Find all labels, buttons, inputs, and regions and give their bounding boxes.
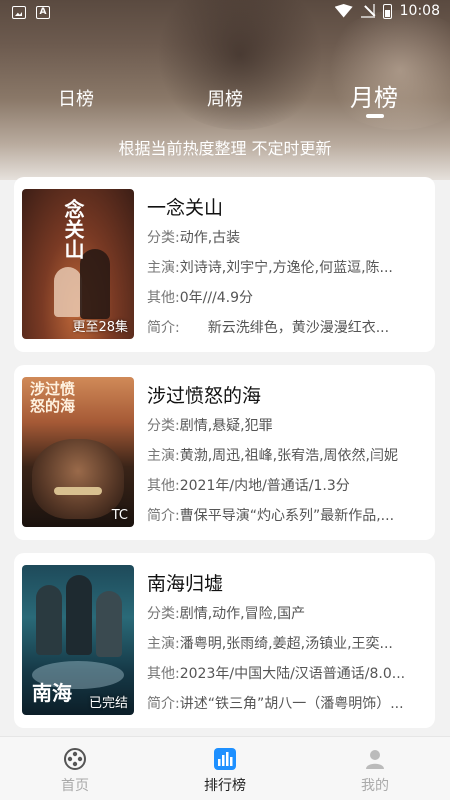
app-notification-icon: A: [36, 6, 50, 19]
item-title[interactable]: 南海归墟: [147, 569, 223, 596]
quality-badge: TC: [111, 508, 128, 523]
clock: 10:08: [399, 3, 440, 19]
bottom-navigation: 首页 排行榜 我的: [0, 736, 450, 800]
other-row: 其他:2023年/中国大陆/汉语普通话/8.0...: [147, 666, 406, 682]
genre-row: 分类:剧情,动作,冒险,国产: [147, 606, 306, 622]
genre-row: 分类:剧情,悬疑,犯罪: [147, 418, 273, 434]
tab-indicator: [366, 114, 384, 118]
status-badge: 已完结: [88, 696, 128, 711]
chart-icon: [213, 747, 237, 771]
film-reel-icon: [63, 747, 87, 771]
status-bar: A 10:08: [0, 0, 450, 26]
item-title[interactable]: 涉过愤怒的海: [147, 381, 261, 408]
battery-icon: [382, 3, 392, 19]
intro-row: 简介:曹保平导演“灼心系列”最新作品,...: [147, 508, 395, 524]
ranking-subtitle: 根据当前热度整理 不定时更新: [118, 139, 332, 158]
user-icon: [363, 747, 387, 771]
tab-monthly[interactable]: 月榜: [350, 78, 398, 113]
episode-badge: 更至28集: [72, 320, 128, 335]
other-row: 其他:0年///4.9分: [147, 290, 254, 306]
poster-image: 南海 已完结: [22, 565, 134, 715]
nav-home[interactable]: 首页: [35, 747, 115, 795]
no-signal-icon: [360, 4, 375, 18]
list-item[interactable]: 南海 已完结 南海归墟 分类:剧情,动作,冒险,国产 主演:潘粤明,张雨绮,姜超…: [14, 553, 435, 728]
list-item[interactable]: 念关山 更至28集 一念关山 分类:动作,古装 主演:刘诗诗,刘宇宁,方逸伦,何…: [14, 177, 435, 352]
poster-image: 涉过愤怒的海 TC: [22, 377, 134, 527]
tab-weekly[interactable]: 周榜: [207, 85, 243, 111]
tab-daily[interactable]: 日榜: [58, 85, 94, 111]
cast-row: 主演:黄渤,周迅,祖峰,张宥浩,周依然,闫妮: [147, 448, 398, 464]
nav-mine[interactable]: 我的: [335, 747, 415, 795]
intro-row: 简介: 新云洗绯色，黄沙漫漫红衣...: [147, 320, 390, 336]
other-row: 其他:2021年/内地/普通话/1.3分: [147, 478, 350, 494]
genre-row: 分类:动作,古装: [147, 230, 241, 246]
item-title[interactable]: 一念关山: [147, 193, 223, 220]
list-item[interactable]: 涉过愤怒的海 TC 涉过愤怒的海 分类:剧情,悬疑,犯罪 主演:黄渤,周迅,祖峰…: [14, 365, 435, 540]
cast-row: 主演:潘粤明,张雨绮,姜超,汤镇业,王奕...: [147, 636, 393, 652]
nav-ranking[interactable]: 排行榜: [185, 747, 265, 795]
gallery-notification-icon: [12, 6, 26, 19]
poster-image: 念关山 更至28集: [22, 189, 134, 339]
cast-row: 主演:刘诗诗,刘宇宁,方逸伦,何蓝逗,陈...: [147, 260, 393, 276]
wifi-icon: [335, 4, 353, 18]
intro-row: 简介:讲述“铁三角”胡八一（潘粤明饰）...: [147, 696, 404, 712]
